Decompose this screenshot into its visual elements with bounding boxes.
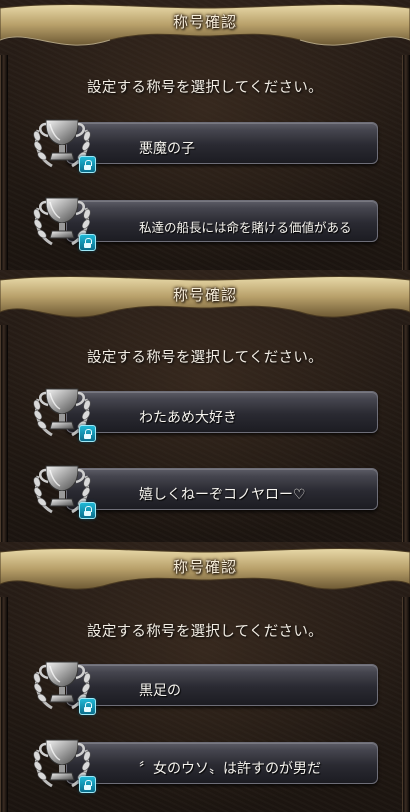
instruction-text: 設定する称号を選択してください。 <box>87 80 323 96</box>
title-option[interactable]: 黒足の <box>30 662 380 715</box>
lock-icon <box>79 156 96 173</box>
lock-icon <box>79 234 96 251</box>
title-option-label: 悪魔の子 <box>139 141 195 157</box>
title-banner: 称号確認 <box>0 270 410 332</box>
title-option-button[interactable]: 私達の船長には命を賭ける価値がある <box>66 200 378 242</box>
title-option[interactable]: 悪魔の子 <box>30 120 380 173</box>
title-select-dialog-3: 称号確認 設定する称号を選択してください。 黒足の 〞女のウソ〟は許すのが男だ <box>0 542 410 812</box>
dialog-title: 称号確認 <box>172 13 237 31</box>
lock-icon <box>79 425 96 442</box>
instruction-text: 設定する称号を選択してください。 <box>87 350 323 366</box>
title-option-label: わたあめ大好き <box>139 410 237 426</box>
dialog-title: 称号確認 <box>172 558 237 576</box>
instruction-text: 設定する称号を選択してください。 <box>87 624 323 640</box>
title-option-label: 私達の船長には命を賭ける価値がある <box>139 220 352 235</box>
title-option-label: 嬉しくねーぞコノヤロー♡ <box>139 487 306 503</box>
dialog-title: 称号確認 <box>172 286 237 304</box>
title-option-button[interactable]: 悪魔の子 <box>66 122 378 164</box>
lock-icon <box>79 502 96 519</box>
title-option-button[interactable]: 〞女のウソ〟は許すのが男だ <box>66 742 378 784</box>
lock-icon <box>79 776 96 793</box>
title-select-dialog-1: 称号確認 設定する称号を選択してください。 悪魔の子 私達の船長には命を賭ける価… <box>0 0 410 270</box>
title-select-dialog-2: 称号確認 設定する称号を選択してください。 わたあめ大好き 嬉しくねーぞコノヤロ… <box>0 270 410 542</box>
title-option[interactable]: 嬉しくねーぞコノヤロー♡ <box>30 466 380 519</box>
title-banner: 称号確認 <box>0 542 410 604</box>
title-option[interactable]: わたあめ大好き <box>30 389 380 442</box>
title-banner: 称号確認 <box>0 0 410 62</box>
title-option-label: 黒足の <box>139 683 181 699</box>
title-option-label: 〞女のウソ〟は許すのが男だ <box>139 761 321 777</box>
title-option-button[interactable]: 黒足の <box>66 664 378 706</box>
title-option[interactable]: 〞女のウソ〟は許すのが男だ <box>30 740 380 793</box>
title-option[interactable]: 私達の船長には命を賭ける価値がある <box>30 198 380 251</box>
title-option-button[interactable]: 嬉しくねーぞコノヤロー♡ <box>66 468 378 510</box>
title-option-button[interactable]: わたあめ大好き <box>66 391 378 433</box>
lock-icon <box>79 698 96 715</box>
